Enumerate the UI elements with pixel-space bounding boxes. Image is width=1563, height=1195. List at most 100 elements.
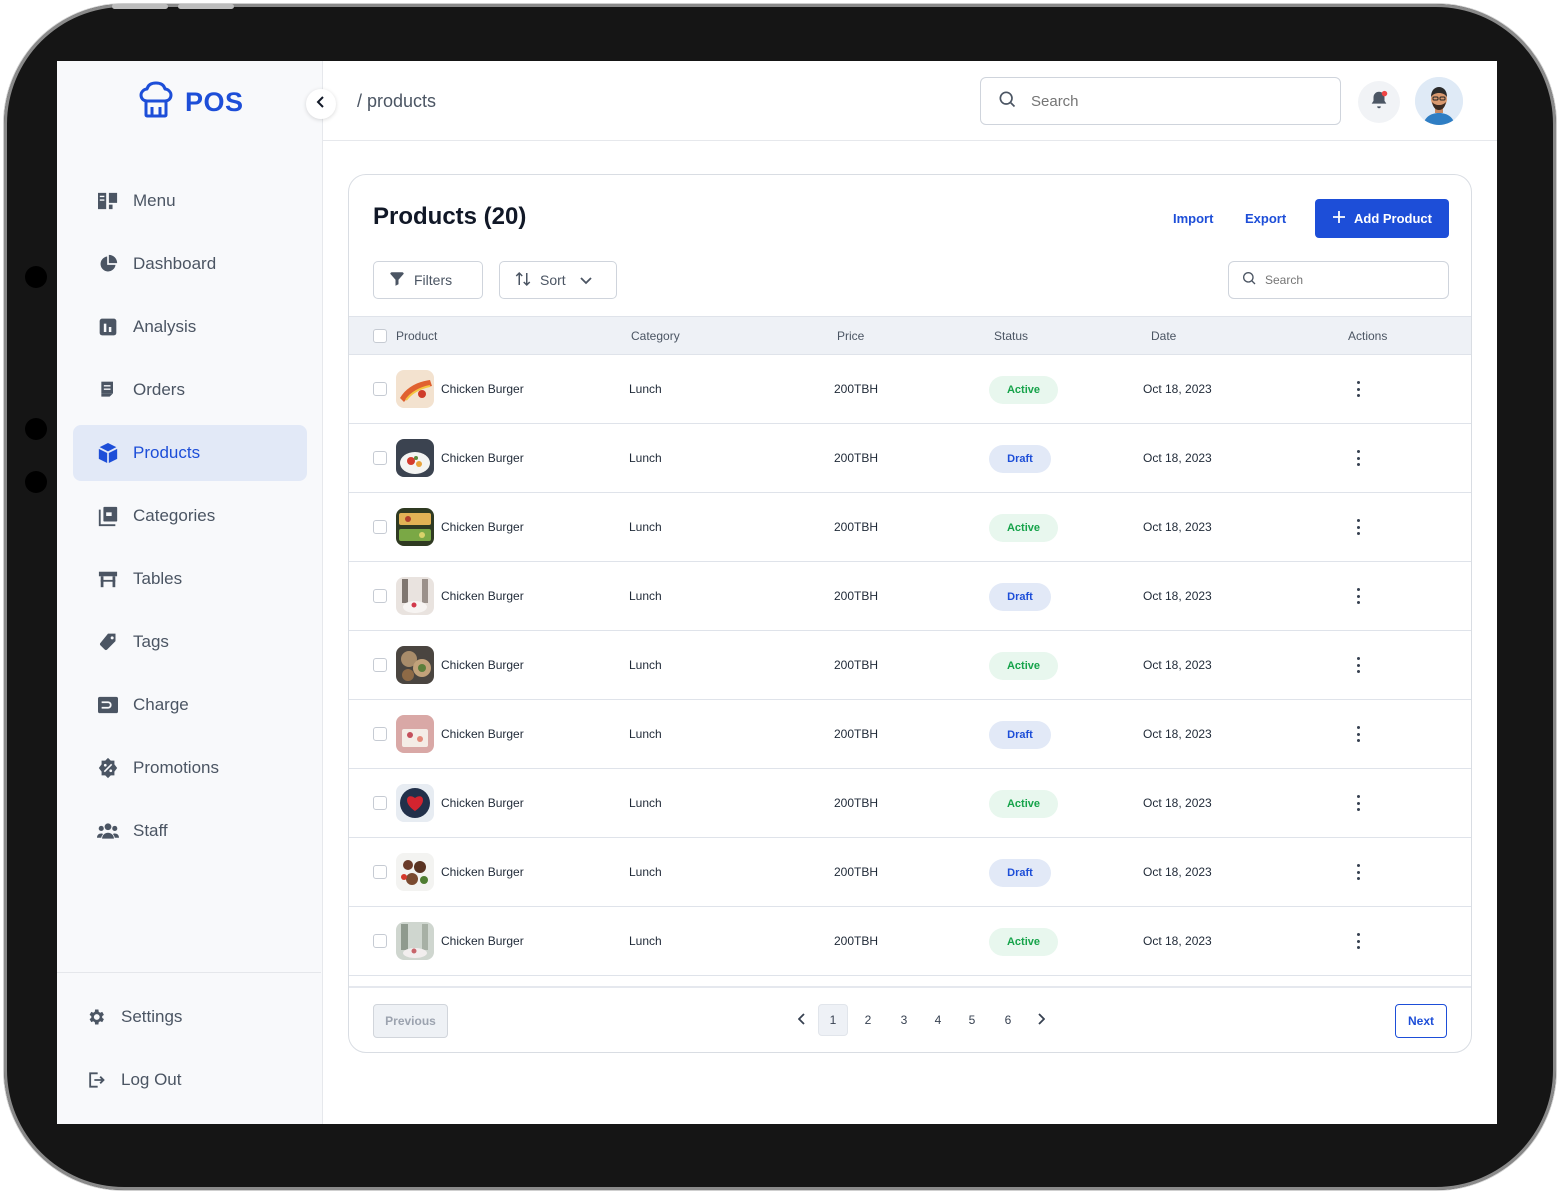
previous-button[interactable]: Previous [373,1004,448,1038]
discount-icon [97,757,119,779]
sidebar-item-promotions[interactable]: Promotions [73,740,307,796]
sidebar-item-logout[interactable]: Log Out [61,1052,295,1108]
collapse-sidebar-button[interactable] [306,89,336,119]
column-header-status: Status [994,329,1029,343]
row-checkbox[interactable] [373,658,387,672]
product-name: Chicken Burger [441,727,524,741]
table-row[interactable]: Chicken Burger Lunch 200TBH Draft Oct 18, 20… [349,424,1471,493]
product-date: Oct 18, 2023 [1143,865,1212,879]
sidebar-item-dashboard[interactable]: Dashboard [73,236,307,292]
sidebar-item-products[interactable]: Products [73,425,307,481]
receipt-icon [97,379,119,401]
product-name: Chicken Burger [441,589,524,603]
row-checkbox[interactable] [373,589,387,603]
column-header-actions: Actions [1348,329,1388,343]
sort-button[interactable]: Sort [499,261,617,299]
export-button[interactable]: Export [1245,211,1286,226]
filters-button[interactable]: Filters [373,261,483,299]
cube-icon [97,442,119,464]
row-checkbox[interactable] [373,934,387,948]
product-price: 200TBH [834,865,879,879]
row-checkbox[interactable] [373,382,387,396]
table-icon [97,568,119,590]
top-bar: / products [323,61,1497,141]
global-search-input[interactable] [1031,92,1311,110]
row-checkbox[interactable] [373,451,387,465]
more-actions-icon[interactable] [1357,381,1361,397]
breadcrumb: / products [357,91,437,111]
product-thumbnail [396,853,434,891]
table-header: Product Category Price Status Date Actio… [349,316,1471,355]
status-badge: Active [989,514,1058,542]
notifications-button[interactable] [1358,81,1400,123]
select-all-checkbox[interactable] [373,329,387,343]
more-actions-icon[interactable] [1357,588,1361,604]
row-checkbox[interactable] [373,727,387,741]
add-product-button[interactable]: Add Product [1315,199,1449,238]
products-search-input[interactable] [1265,273,1435,287]
more-actions-icon[interactable] [1357,726,1361,742]
product-category: Lunch [629,727,662,741]
sidebar-item-charge[interactable]: Charge [73,677,307,733]
page-button[interactable]: 5 [957,1004,987,1036]
product-thumbnail [396,439,434,477]
table-row[interactable]: Chicken Burger Lunch 200TBH Active Oct 18, 2… [349,907,1471,976]
product-category: Lunch [629,589,662,603]
sidebar-item-tables[interactable]: Tables [73,551,307,607]
table-row[interactable]: Chicken Burger Lunch 200TBH Draft Oct 18, 20… [349,700,1471,769]
more-actions-icon[interactable] [1357,864,1361,880]
sidebar-item-tags[interactable]: Tags [73,614,307,670]
global-search[interactable] [980,77,1341,125]
sidebar: POS Menu Dashboard Analysis Orders Products C… [57,61,323,1124]
more-actions-icon[interactable] [1357,657,1361,673]
sensor-dot [25,418,47,440]
table-row[interactable]: Chicken Burger Lunch 200TBH Active Oct 18, 2… [349,631,1471,700]
product-price: 200TBH [834,727,879,741]
page-button[interactable]: 2 [853,1004,883,1036]
product-price: 200TBH [834,520,879,534]
page-button[interactable]: 4 [923,1004,953,1036]
table-row[interactable]: Chicken Burger Lunch 200TBH Draft Oct 18, 20… [349,838,1471,907]
row-checkbox[interactable] [373,865,387,879]
import-button[interactable]: Import [1173,211,1213,226]
table-row[interactable]: Chicken Burger Lunch 200TBH Active Oct 18, 2… [349,493,1471,562]
product-thumbnail [396,577,434,615]
sidebar-item-settings[interactable]: Settings [61,989,295,1045]
table-row[interactable]: Chicken Burger Lunch 200TBH Draft Oct 18, 20… [349,562,1471,631]
products-search[interactable] [1228,261,1449,299]
more-actions-icon[interactable] [1357,450,1361,466]
table-row[interactable]: Chicken Burger Lunch 200TBH Active Oct 18, 2… [349,355,1471,424]
sidebar-item-label: Charge [133,695,189,714]
page-button[interactable]: 6 [993,1004,1023,1036]
product-date: Oct 18, 2023 [1143,658,1212,672]
avatar[interactable] [1415,77,1463,125]
pagination-bar: Previous 123456 Next [349,986,1471,1052]
sidebar-item-label: Tables [133,569,183,588]
status-badge: Draft [989,721,1051,749]
chevron-left-icon[interactable] [797,1012,806,1030]
product-name: Chicken Burger [441,658,524,672]
table-row[interactable]: Chicken Burger Lunch 200TBH Active Oct 18, 2… [349,769,1471,838]
row-checkbox[interactable] [373,796,387,810]
product-name: Chicken Burger [441,451,524,465]
product-name: Chicken Burger [441,520,524,534]
more-actions-icon[interactable] [1357,795,1361,811]
next-button[interactable]: Next [1395,1004,1447,1038]
more-actions-icon[interactable] [1357,933,1361,949]
product-category: Lunch [629,520,662,534]
sidebar-item-menu[interactable]: Menu [73,173,307,229]
sidebar-item-label: Dashboard [133,254,217,273]
row-checkbox[interactable] [373,520,387,534]
sidebar-item-orders[interactable]: Orders [73,362,307,418]
sidebar-item-analysis[interactable]: Analysis [73,299,307,355]
chevron-right-icon[interactable] [1037,1012,1046,1030]
gear-icon [85,1006,107,1028]
chevron-left-icon [316,95,326,113]
sidebar-item-categories[interactable]: Categories [73,488,307,544]
page-button[interactable]: 3 [889,1004,919,1036]
menu-book-icon [97,190,119,212]
product-category: Lunch [629,382,662,396]
more-actions-icon[interactable] [1357,519,1361,535]
sidebar-item-staff[interactable]: Staff [73,803,307,859]
page-button[interactable]: 1 [818,1004,848,1036]
